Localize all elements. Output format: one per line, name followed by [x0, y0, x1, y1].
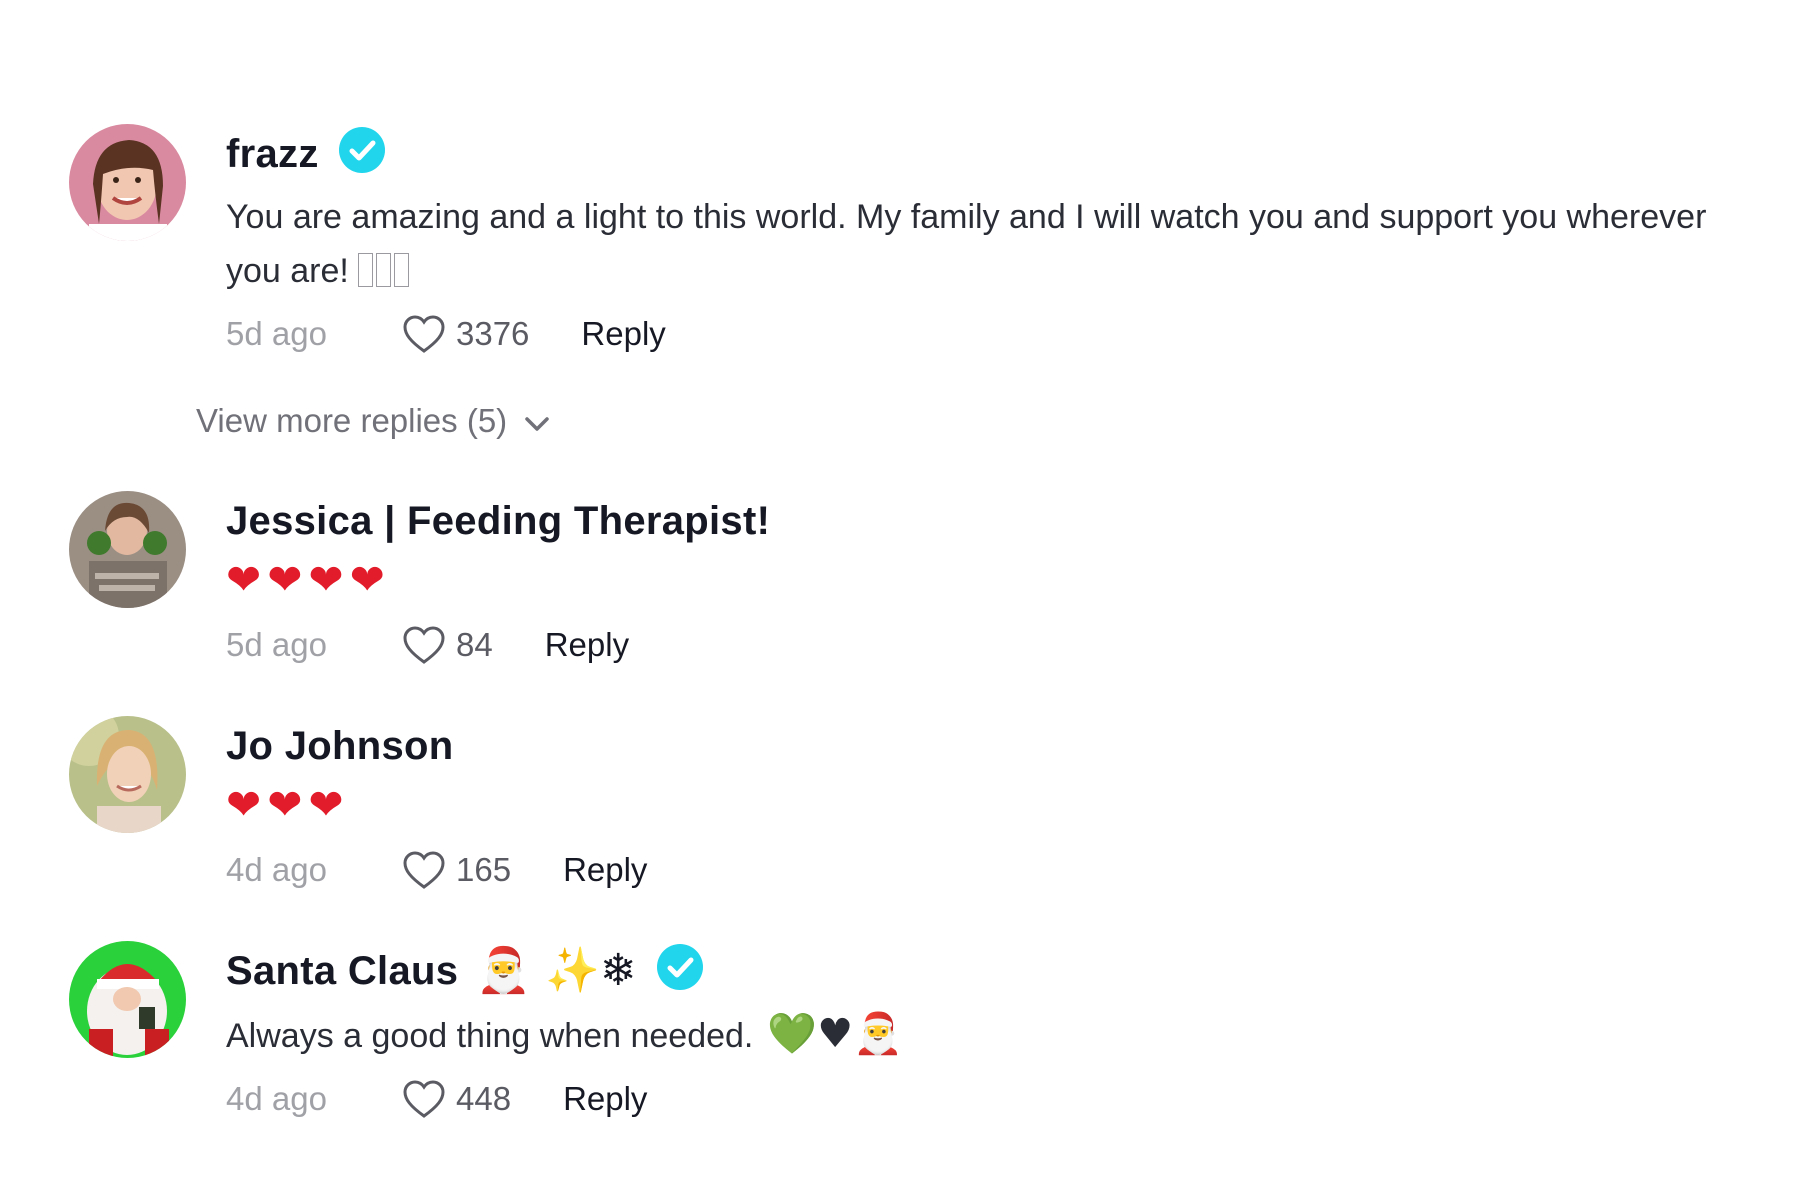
- comment-body: Jessica | Feeding Therapist! ❤❤❤❤ 5d ago…: [226, 491, 1766, 671]
- username[interactable]: Santa Claus: [226, 949, 458, 994]
- comment-text-content: Always a good thing when needed.: [226, 1017, 754, 1055]
- like-count: 3376: [456, 315, 530, 352]
- comment-meta: 4d ago 448 Reply: [226, 1073, 1766, 1125]
- comment-text-content: You are amazing and a light to this worl…: [226, 198, 1707, 290]
- like-count: 165: [456, 851, 512, 888]
- comment-text: ❤❤❤: [226, 780, 350, 829]
- username[interactable]: frazz: [226, 132, 319, 177]
- like-button[interactable]: 3376: [402, 314, 529, 354]
- heart-outline-icon: [403, 851, 445, 889]
- verified-badge-icon: [338, 127, 385, 173]
- view-more-replies-button[interactable]: View more replies (5): [196, 402, 551, 440]
- avatar[interactable]: [69, 124, 186, 241]
- comment-text: ❤❤❤❤: [226, 555, 391, 604]
- comment-meta: 5d ago 3376 Reply: [226, 308, 1766, 360]
- like-button[interactable]: 165: [402, 850, 511, 890]
- reply-button[interactable]: Reply: [563, 1080, 647, 1118]
- comment-text: You are amazing and a light to this worl…: [226, 190, 1766, 298]
- like-button[interactable]: 448: [402, 1079, 511, 1119]
- heart-outline-icon: [403, 626, 445, 664]
- name-emoji: 🎅 ✨❄: [476, 945, 637, 996]
- comment-time: 5d ago: [226, 315, 327, 352]
- heart-outline-icon: [403, 1080, 445, 1118]
- comment-emoji: 💚♥🎅: [767, 1011, 903, 1057]
- reply-button[interactable]: Reply: [563, 851, 647, 889]
- comment-body: frazz You are amazing and a light to thi…: [226, 124, 1766, 360]
- chevron-down-icon: [525, 417, 549, 431]
- avatar[interactable]: [69, 941, 186, 1058]
- comment-text: Always a good thing when needed. 💚♥🎅: [226, 1007, 1766, 1063]
- comment-time: 4d ago: [226, 851, 327, 888]
- comment-time: 4d ago: [226, 1080, 327, 1117]
- heart-outline-icon: [403, 315, 445, 353]
- verified-badge-icon: [656, 944, 703, 990]
- unrendered-glyph-boxes: [358, 252, 412, 290]
- view-more-replies-label: View more replies (5): [196, 402, 508, 439]
- username[interactable]: Jo Johnson: [226, 724, 453, 769]
- comment-body: Jo Johnson ❤❤❤ 4d ago 165 Reply: [226, 716, 1766, 896]
- like-count: 448: [456, 1080, 512, 1117]
- comment-time: 5d ago: [226, 626, 327, 663]
- comment-meta: 5d ago 84 Reply: [226, 619, 1766, 671]
- comment-meta: 4d ago 165 Reply: [226, 844, 1766, 896]
- reply-button[interactable]: Reply: [581, 315, 665, 353]
- avatar[interactable]: [69, 716, 186, 833]
- like-button[interactable]: 84: [402, 625, 493, 665]
- comment-body: Santa Claus 🎅 ✨❄ Always a good thing whe…: [226, 941, 1766, 1125]
- like-count: 84: [456, 626, 493, 663]
- username[interactable]: Jessica | Feeding Therapist!: [226, 499, 770, 544]
- avatar[interactable]: [69, 491, 186, 608]
- comment-list: frazz You are amazing and a light to thi…: [0, 0, 1800, 1200]
- reply-button[interactable]: Reply: [545, 626, 629, 664]
